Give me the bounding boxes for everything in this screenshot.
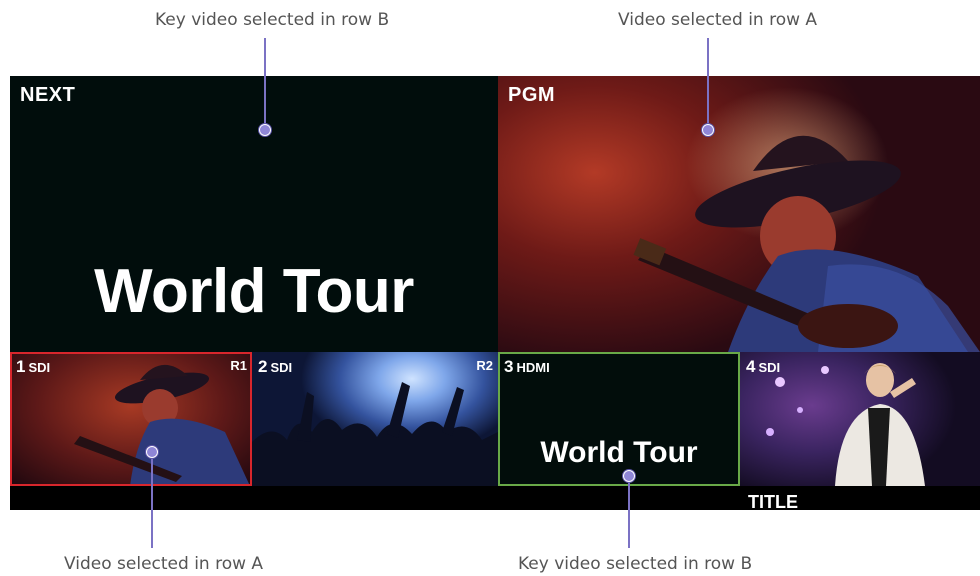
pgm-label: PGM — [508, 84, 556, 106]
title-label: TITLE — [748, 492, 798, 510]
callout-video-pgm: Video selected in row A — [618, 10, 818, 30]
callout-line-next — [264, 38, 266, 130]
callout-dot-input-1 — [146, 446, 158, 458]
pgm-program-pane[interactable]: PGM — [498, 76, 980, 352]
input-thumbnail-2[interactable]: 2 SDI R2 — [252, 352, 498, 486]
callout-key-video-input-3: Key video selected in row B — [518, 554, 753, 574]
pgm-guitarist-image — [498, 76, 980, 352]
callout-dot-input-3 — [623, 470, 635, 482]
callout-line-pgm — [707, 38, 709, 130]
input-thumbnail-4[interactable]: 4 SDI — [740, 352, 980, 486]
callout-line-input-1 — [151, 452, 153, 548]
input-1-number: 1 — [16, 357, 26, 376]
input-3-signal: HDMI — [516, 360, 550, 375]
input-4-signal: SDI — [758, 360, 781, 375]
input-1-signal: SDI — [28, 360, 51, 375]
input-2-signal: SDI — [270, 360, 293, 375]
callout-key-video-next: Key video selected in row B — [155, 10, 390, 30]
callout-dot-next — [259, 124, 271, 136]
input-1-tally: R1 — [230, 358, 247, 373]
next-title-text: World Tour — [94, 257, 414, 326]
input-thumbnail-3[interactable]: 3 HDMI World Tour — [498, 352, 740, 486]
multiviewer-display: NEXT World Tour PGM 1 SDI R1 2 SDI R2 3 … — [10, 76, 980, 510]
next-label: NEXT — [20, 84, 76, 106]
callout-dot-pgm — [702, 124, 714, 136]
input-3-number: 3 — [504, 357, 514, 376]
input-thumbnail-1[interactable]: 1 SDI R1 — [10, 352, 252, 486]
input-3-title-text: World Tour — [540, 436, 698, 469]
input-4-number: 4 — [746, 357, 756, 376]
callout-video-input-1: Video selected in row A — [64, 554, 264, 574]
input-2-tally: R2 — [476, 358, 493, 373]
next-preview-pane[interactable]: NEXT World Tour — [10, 76, 498, 352]
callout-line-input-3 — [628, 478, 630, 548]
input-2-number: 2 — [258, 357, 268, 376]
